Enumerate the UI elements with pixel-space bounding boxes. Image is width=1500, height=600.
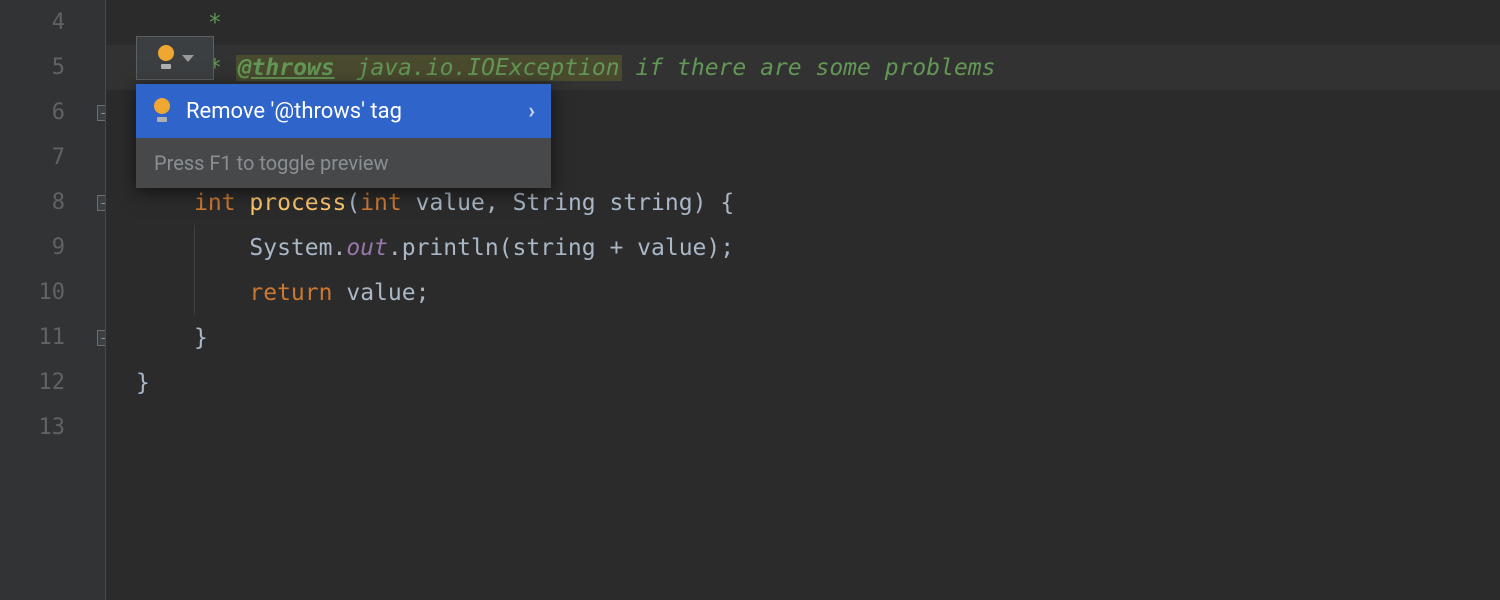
line-number: 5: [52, 55, 65, 80]
code-line[interactable]: *: [106, 0, 1500, 45]
line-number: 10: [39, 280, 66, 305]
line-number: 13: [39, 415, 66, 440]
gutter-row: 9: [0, 225, 105, 270]
code-editor: 4 5 6– 7 8– 9 10 11– 12 13 * * @throws j…: [0, 0, 1500, 600]
gutter-row: 8–: [0, 180, 105, 225]
javadoc-star: *: [208, 10, 222, 36]
gutter-row: 10: [0, 270, 105, 315]
method-name: process: [249, 190, 346, 216]
indent-guide: [194, 225, 195, 270]
lightbulb-icon: [152, 98, 172, 124]
javadoc-description: if there are some problems: [635, 55, 995, 81]
code-line[interactable]: System.out.println(string + value);: [106, 225, 1500, 270]
javadoc-exception-type: java.io.IOException: [355, 55, 622, 81]
intention-bulb-button[interactable]: [136, 36, 214, 80]
line-number: 6: [52, 100, 65, 125]
intention-actions-popup: Remove '@throws' tag › Press F1 to toggl…: [136, 84, 551, 188]
line-number: 12: [39, 370, 66, 395]
gutter-row: 7: [0, 135, 105, 180]
line-number: 11: [39, 325, 66, 350]
code-line[interactable]: return value;: [106, 270, 1500, 315]
code-line[interactable]: }: [106, 315, 1500, 360]
gutter-row: 6–: [0, 90, 105, 135]
chevron-down-icon: [182, 55, 194, 62]
code-line[interactable]: }: [106, 360, 1500, 405]
line-number: 9: [52, 235, 65, 260]
gutter: 4 5 6– 7 8– 9 10 11– 12 13: [0, 0, 105, 600]
indent-guide: [194, 270, 195, 315]
line-number: 4: [52, 10, 65, 35]
gutter-row: 5: [0, 45, 105, 90]
code-area[interactable]: * * @throws java.io.IOException if there…: [105, 0, 1500, 600]
static-field: out: [346, 235, 388, 261]
line-number: 7: [52, 145, 65, 170]
intention-popup-hint: Press F1 to toggle preview: [136, 138, 551, 188]
gutter-row: 4: [0, 0, 105, 45]
intention-item-label: Remove '@throws' tag: [186, 99, 514, 124]
line-number: 8: [52, 190, 65, 215]
intention-item-remove-throws[interactable]: Remove '@throws' tag ›: [136, 84, 551, 138]
javadoc-throws-tag: @throws: [236, 55, 337, 81]
gutter-row: 11–: [0, 315, 105, 360]
gutter-row: 13: [0, 405, 105, 450]
chevron-right-icon: ›: [528, 99, 535, 124]
gutter-row: 12: [0, 360, 105, 405]
lightbulb-icon: [156, 45, 176, 71]
